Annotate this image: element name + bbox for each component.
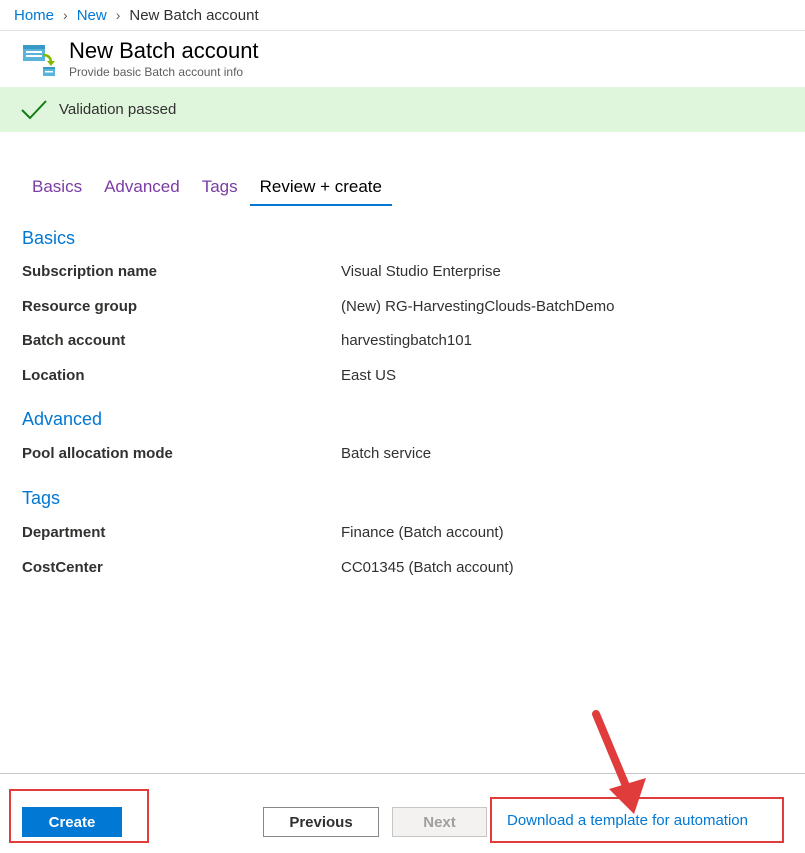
value-costcenter: CC01345 (Batch account) bbox=[341, 559, 514, 576]
value-subscription-name: Visual Studio Enterprise bbox=[341, 263, 501, 280]
validation-text: Validation passed bbox=[59, 101, 177, 118]
footer-divider bbox=[0, 773, 805, 774]
batch-account-icon bbox=[23, 45, 55, 76]
breadcrumb-new[interactable]: New bbox=[77, 7, 107, 24]
previous-button[interactable]: Previous bbox=[263, 807, 379, 837]
section-title-tags: Tags bbox=[22, 488, 61, 508]
page-title: New Batch account bbox=[69, 38, 259, 63]
chevron-right-icon: › bbox=[63, 7, 68, 23]
value-location: East US bbox=[341, 367, 397, 384]
breadcrumb-home[interactable]: Home bbox=[14, 7, 54, 24]
value-resource-group: (New) RG-HarvestingClouds-BatchDemo bbox=[341, 298, 615, 315]
page-header: New Batch account Provide basic Batch ac… bbox=[0, 31, 805, 87]
tab-basics[interactable]: Basics bbox=[22, 175, 92, 206]
label-batch-account: Batch account bbox=[22, 332, 126, 349]
label-costcenter: CostCenter bbox=[22, 559, 103, 576]
label-resource-group: Resource group bbox=[22, 298, 138, 315]
breadcrumb: Home › New › New Batch account bbox=[0, 0, 805, 31]
label-department: Department bbox=[22, 524, 106, 541]
tab-review-create[interactable]: Review + create bbox=[249, 175, 392, 206]
value-pool-allocation-mode: Batch service bbox=[341, 445, 432, 462]
page-subtitle: Provide basic Batch account info bbox=[69, 65, 244, 79]
chevron-right-icon: › bbox=[115, 7, 121, 23]
breadcrumb-current: New Batch account bbox=[129, 6, 259, 24]
checkmark-icon bbox=[21, 99, 47, 119]
tab-advanced[interactable]: Advanced bbox=[94, 175, 190, 206]
section-title-advanced: Advanced bbox=[22, 409, 103, 429]
annotation-box-create bbox=[9, 789, 149, 843]
label-subscription-name: Subscription name bbox=[22, 263, 158, 280]
label-location: Location bbox=[22, 367, 85, 384]
tab-tags[interactable]: Tags bbox=[192, 175, 248, 206]
next-button[interactable]: Next bbox=[392, 807, 487, 837]
value-department: Finance (Batch account) bbox=[341, 524, 504, 541]
section-title-basics: Basics bbox=[22, 228, 76, 248]
tab-bar: Basics Advanced Tags Review + create bbox=[22, 175, 394, 206]
annotation-box-download bbox=[490, 797, 784, 843]
validation-banner: Validation passed bbox=[0, 87, 805, 132]
label-pool-allocation-mode: Pool allocation mode bbox=[22, 445, 173, 462]
value-batch-account: harvestingbatch101 bbox=[341, 332, 472, 349]
